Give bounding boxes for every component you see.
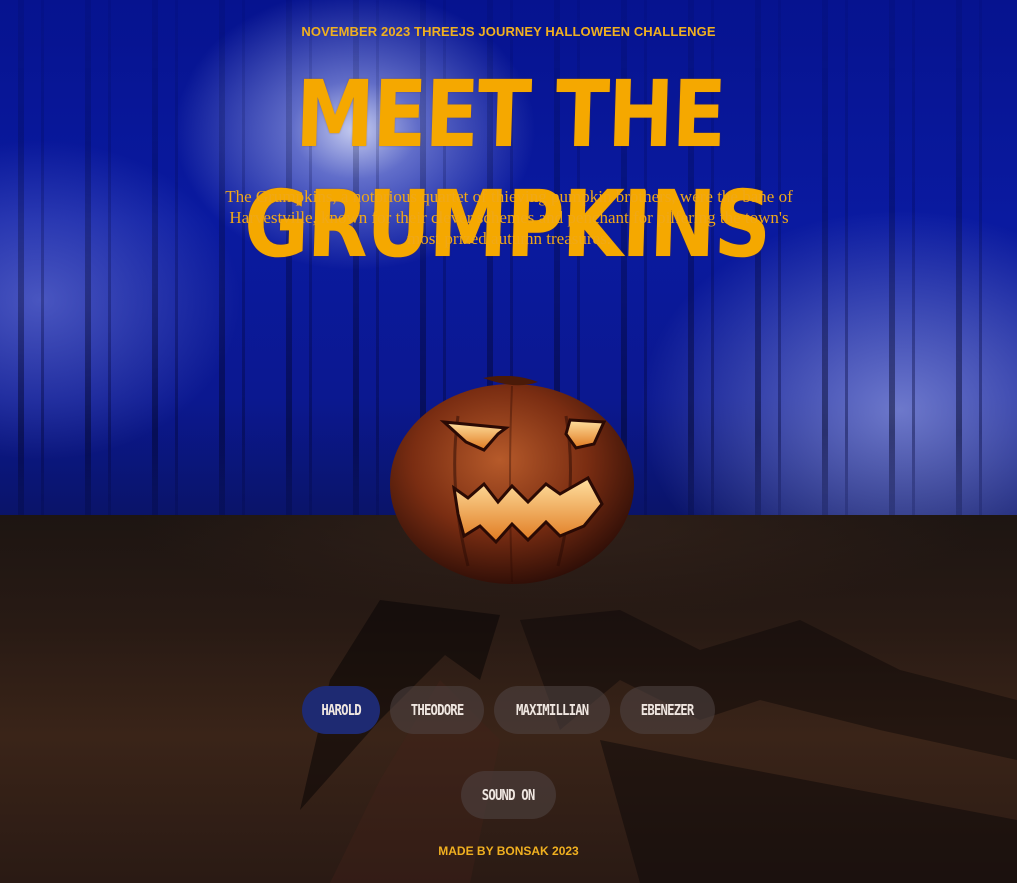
character-button-ebenezer[interactable]: EBENEZER (620, 686, 715, 734)
footer-credit: MADE BY BONSAK 2023 (438, 844, 579, 858)
character-button-maximillian[interactable]: MAXIMILLIAN (494, 686, 610, 734)
sound-toggle-button[interactable]: SOUND ON (461, 771, 556, 819)
challenge-label: NOVEMBER 2023 THREEJS JOURNEY HALLOWEEN … (301, 24, 716, 39)
scene-canvas[interactable]: NOVEMBER 2023 THREEJS JOURNEY HALLOWEEN … (0, 0, 1017, 883)
character-button-harold[interactable]: HAROLD (302, 686, 380, 734)
intro-description: The Grumpkins, a notorious quartet of th… (225, 187, 793, 248)
pumpkin-model[interactable] (388, 376, 636, 584)
character-button-theodore[interactable]: THEODORE (390, 686, 484, 734)
character-selector: HAROLD THEODORE MAXIMILLIAN EBENEZER (0, 686, 1017, 736)
